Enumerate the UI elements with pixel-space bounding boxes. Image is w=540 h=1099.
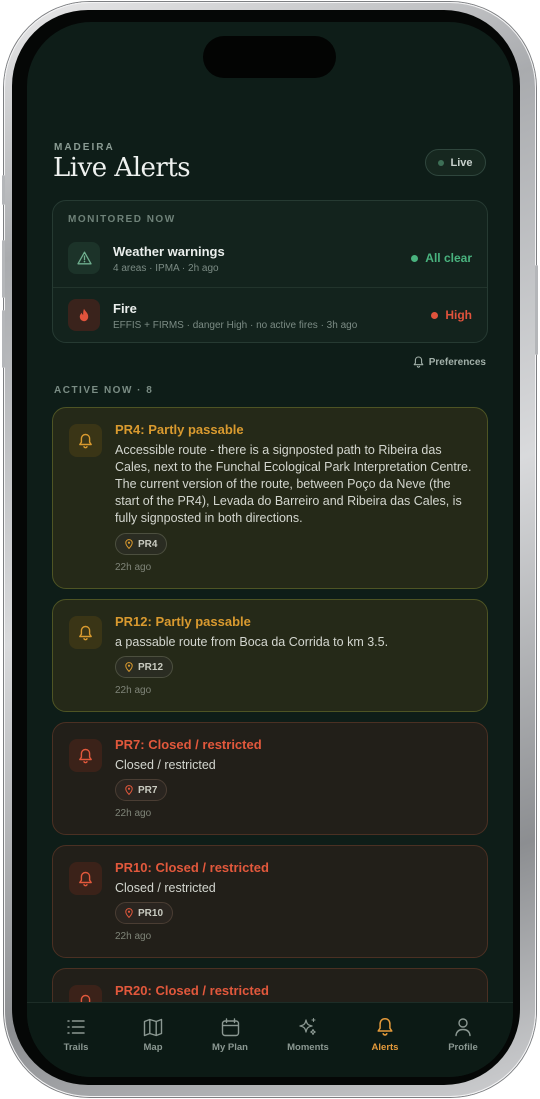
monitor-row-weather[interactable]: Weather warnings 4 areas · IPMA · 2h ago… [53, 231, 487, 286]
alert-body: a passable route from Boca da Corrida to… [115, 635, 389, 649]
monitor-row-fire[interactable]: Fire EFFIS + FIRMS · danger High · no ac… [53, 287, 487, 342]
tab-label: Alerts [371, 1042, 399, 1053]
volume-up-button [2, 240, 5, 298]
monitor-title: Fire [113, 301, 137, 316]
map-icon [118, 1015, 188, 1039]
alert-body: Closed / restricted [115, 881, 216, 895]
tab-my-plan[interactable]: My Plan [195, 1015, 265, 1053]
alert-time: 22h ago [115, 562, 152, 573]
live-label: Live [450, 156, 473, 169]
monitored-now-card: MONITORED NOW Weather warnings 4 areas ·… [52, 200, 488, 343]
trail-chip-label: PR12 [138, 661, 164, 673]
list-icon [41, 1015, 111, 1039]
user-icon [428, 1015, 498, 1039]
pin-icon [125, 539, 133, 549]
alert-card[interactable]: PR12: Partly passable a passable route f… [52, 599, 488, 712]
status-dot-icon [431, 311, 439, 319]
dynamic-island [203, 36, 336, 78]
status-label: High [445, 308, 472, 322]
tab-label: Profile [448, 1042, 478, 1053]
screen: MADEIRA Live Alerts Live MONITORED NOW W… [27, 22, 513, 1077]
trail-chip-label: PR4 [138, 538, 158, 550]
alert-title: PR10: Closed / restricted [115, 860, 269, 875]
pin-icon [125, 785, 133, 795]
sparkles-icon [273, 1015, 343, 1039]
alert-time: 22h ago [115, 931, 152, 942]
pin-icon [125, 662, 133, 672]
tab-profile[interactable]: Profile [428, 1015, 498, 1053]
trail-chip-label: PR10 [138, 907, 164, 919]
tab-label: Moments [287, 1042, 329, 1053]
monitored-now-label: MONITORED NOW [68, 214, 176, 225]
alert-card[interactable]: PR20: Closed / restricted [52, 968, 488, 1002]
bell-icon [413, 356, 424, 368]
trail-chip[interactable]: PR4 [115, 533, 168, 555]
alert-title: PR12: Partly passable [115, 614, 251, 629]
alert-card[interactable]: PR7: Closed / restricted Closed / restri… [52, 722, 488, 835]
bell-icon [69, 616, 102, 649]
alert-title: PR7: Closed / restricted [115, 737, 262, 752]
tab-map[interactable]: Map [118, 1015, 188, 1053]
alert-time: 22h ago [115, 808, 152, 819]
tab-alerts[interactable]: Alerts [350, 1015, 420, 1053]
alert-body: Accessible route - there is a signposted… [115, 443, 472, 525]
tab-label: Map [143, 1042, 163, 1053]
volume-down-button [2, 310, 5, 368]
alert-title: PR4: Partly passable [115, 422, 244, 437]
tab-trails[interactable]: Trails [41, 1015, 111, 1053]
status-dot-icon [411, 254, 419, 262]
page-title: Live Alerts [53, 153, 191, 183]
bell-icon [350, 1015, 420, 1039]
tab-moments[interactable]: Moments [273, 1015, 343, 1053]
status-badge: All clear [411, 251, 472, 265]
trail-chip[interactable]: PR7 [115, 779, 168, 801]
trail-chip-label: PR7 [138, 784, 158, 796]
alert-card[interactable]: PR10: Closed / restricted Closed / restr… [52, 845, 488, 958]
tab-label: My Plan [212, 1042, 248, 1053]
bell-icon [69, 862, 102, 895]
trail-chip[interactable]: PR12 [115, 656, 174, 678]
alert-time: 22h ago [115, 685, 152, 696]
monitor-meta: EFFIS + FIRMS · danger High · no active … [113, 320, 358, 331]
region-overline: MADEIRA [54, 142, 115, 153]
status-label: All clear [425, 251, 472, 265]
live-dot-icon [438, 159, 445, 166]
bell-icon [69, 739, 102, 772]
preferences-link[interactable]: Preferences [413, 356, 486, 368]
active-now-label: ACTIVE NOW · 8 [54, 385, 154, 396]
alert-title: PR20: Closed / restricted [115, 983, 269, 998]
bell-icon [69, 985, 102, 1002]
silent-switch [2, 175, 5, 205]
warning-triangle-icon [68, 242, 100, 274]
alerts-scroll-area[interactable]: MADEIRA Live Alerts Live MONITORED NOW W… [27, 22, 513, 1002]
calendar-icon [195, 1015, 265, 1039]
bell-icon [69, 424, 102, 457]
power-button [535, 265, 538, 355]
status-badge: High [431, 308, 472, 322]
tab-label: Trails [63, 1042, 89, 1053]
monitor-title: Weather warnings [113, 244, 225, 259]
alert-card[interactable]: PR4: Partly passable Accessible route - … [52, 407, 488, 589]
live-badge[interactable]: Live [425, 149, 486, 176]
alert-body: Closed / restricted [115, 758, 216, 772]
pin-icon [125, 908, 133, 918]
trail-chip[interactable]: PR10 [115, 902, 174, 924]
flame-icon [68, 299, 100, 331]
preferences-label: Preferences [428, 356, 486, 368]
monitor-meta: 4 areas · IPMA · 2h ago [113, 263, 219, 274]
tab-bar: Trails Map My Plan Moments Alerts Profil… [27, 1002, 513, 1077]
